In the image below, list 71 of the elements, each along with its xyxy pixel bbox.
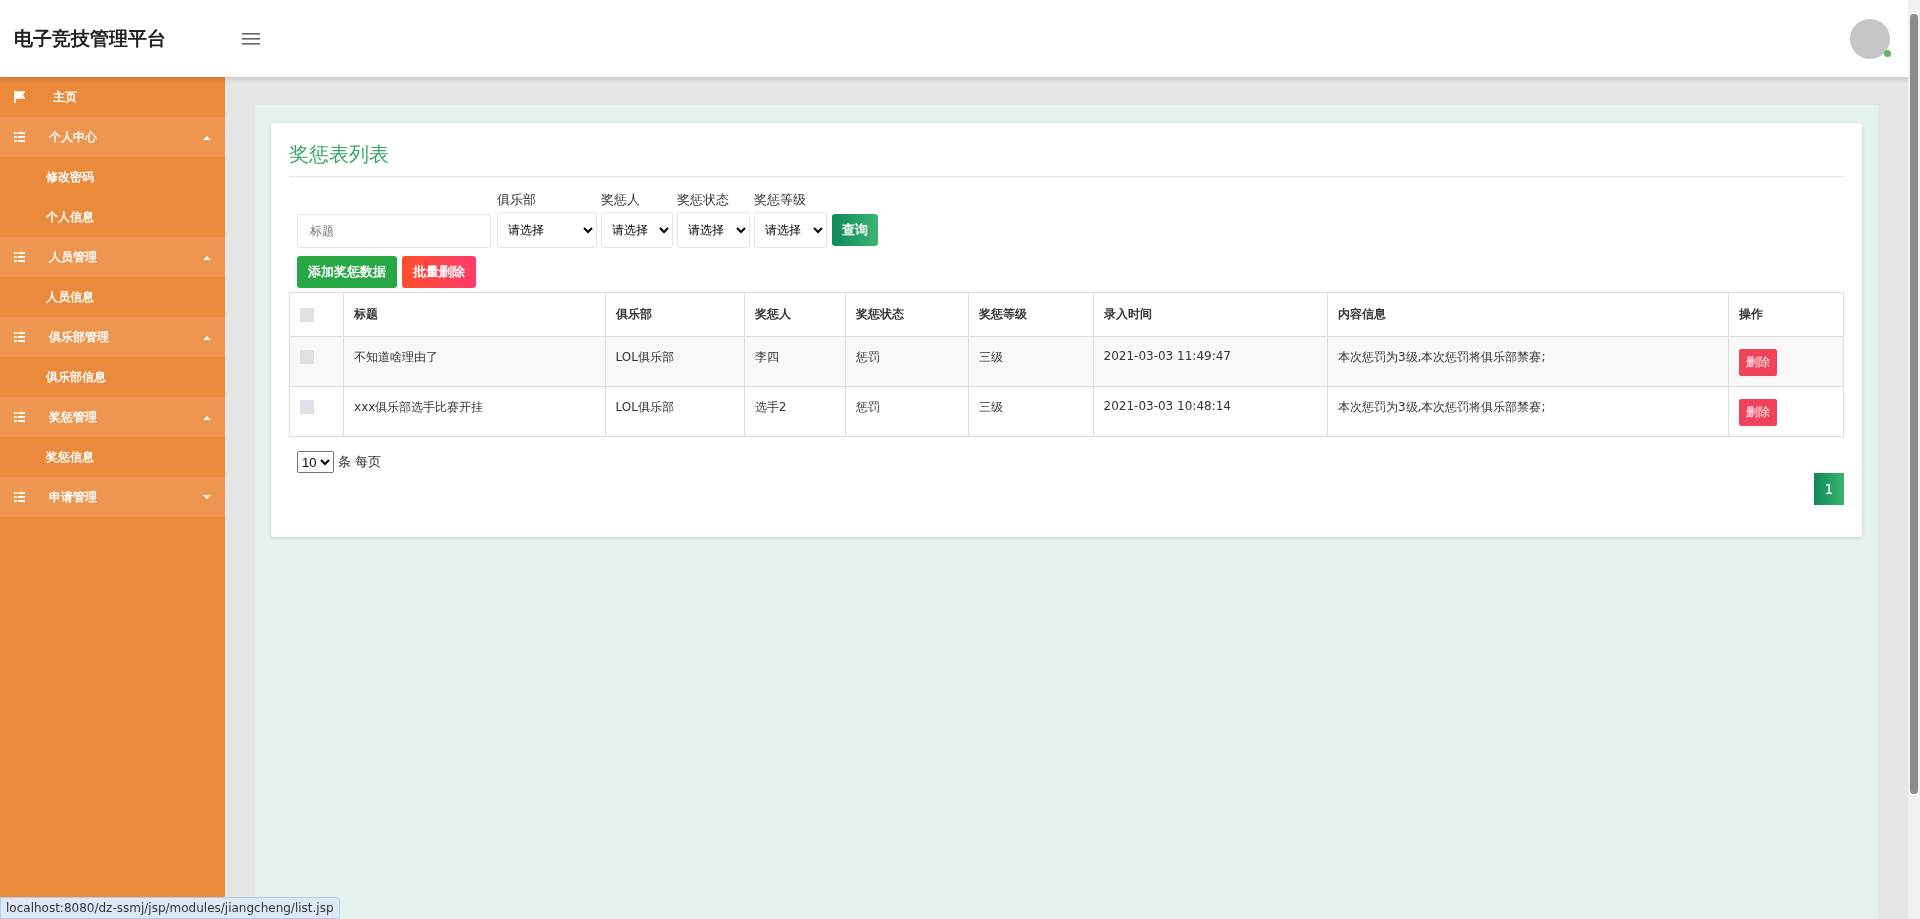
filter-label: 俱乐部: [497, 191, 537, 209]
filter-select[interactable]: 请选择: [677, 212, 750, 248]
table-cell: 三级: [979, 400, 1004, 414]
table-cell: 三级: [979, 350, 1004, 364]
row-checkbox[interactable]: [300, 349, 314, 364]
grid-icon: [14, 132, 25, 142]
menu-icon[interactable]: [242, 32, 260, 45]
status-url: localhost:8080/dz-ssmj/jsp/modules/jiangcheng/list.jsp: [0, 897, 340, 919]
table-cell: xxx俱乐部选手比赛开挂: [354, 400, 484, 414]
title-search-field[interactable]: 标题: [297, 214, 491, 248]
sidebar-item[interactable]: 人员管理: [0, 237, 225, 277]
column-header: 奖惩状态: [856, 307, 905, 321]
sidebar-subitem[interactable]: 修改密码: [0, 157, 225, 197]
column-header: 标题: [354, 307, 379, 321]
table-cell: 本次惩罚为3级,本次惩罚将俱乐部禁赛;: [1337, 350, 1546, 364]
column-header: 内容信息: [1337, 307, 1386, 321]
table-cell: LOL俱乐部: [615, 350, 674, 364]
column-header: 奖惩人: [754, 307, 791, 321]
app-title: 电子竞技管理平台: [14, 25, 167, 51]
delete-button[interactable]: 删除: [1738, 349, 1777, 376]
sidebar-subitem[interactable]: 人员信息: [0, 277, 225, 317]
delete-button[interactable]: 删除: [1738, 399, 1777, 426]
grid-icon: [14, 252, 25, 262]
page-size-select[interactable]: 10: [297, 451, 334, 473]
filter-select[interactable]: 请选择: [497, 212, 597, 248]
table-cell: 李四: [754, 350, 779, 364]
sidebar-item[interactable]: 申请管理: [0, 477, 225, 517]
sidebar-item[interactable]: 主页: [0, 77, 225, 117]
add-button[interactable]: 添加奖惩数据: [297, 256, 397, 288]
caret-icon: [203, 414, 211, 420]
filter-label: 奖惩状态: [677, 191, 730, 209]
select-all-checkbox[interactable]: [300, 307, 314, 322]
column-header: 操作: [1738, 307, 1763, 321]
sidebar-subitem[interactable]: 个人信息: [0, 197, 225, 237]
caret-icon: [203, 134, 211, 140]
page-size-label: 条 每页: [338, 453, 382, 471]
page-title: 奖惩表列表: [289, 141, 1844, 177]
caret-icon: [203, 254, 211, 260]
table-cell: 惩罚: [856, 400, 881, 414]
table-cell: 选手2: [754, 400, 787, 414]
sidebar-item[interactable]: 个人中心: [0, 117, 225, 157]
caret-icon: [203, 334, 211, 340]
column-header: 录入时间: [1103, 307, 1152, 321]
table-cell: 2021-03-03 10:48:14: [1103, 399, 1231, 413]
scrollbar[interactable]: [1908, 0, 1920, 919]
table-cell: 不知道啥理由了: [354, 350, 439, 364]
flag-icon: [14, 91, 25, 103]
online-dot-icon: [1884, 49, 1891, 57]
avatar[interactable]: [1850, 18, 1890, 59]
filter-label: 奖惩等级: [754, 191, 807, 209]
sidebar-item[interactable]: 奖惩管理: [0, 397, 225, 437]
sidebar-subitem[interactable]: 俱乐部信息: [0, 357, 225, 397]
sidebar-subitem[interactable]: 奖惩信息: [0, 437, 225, 477]
filter-label: 奖惩人: [601, 191, 641, 209]
column-header: 奖惩等级: [979, 307, 1028, 321]
query-button[interactable]: 查询: [832, 214, 878, 246]
grid-icon: [14, 332, 25, 342]
grid-icon: [14, 492, 25, 502]
page-button[interactable]: 1: [1814, 473, 1844, 505]
table-cell: 惩罚: [856, 350, 881, 364]
filter-select[interactable]: 请选择: [754, 212, 827, 248]
sidebar-item[interactable]: 俱乐部管理: [0, 317, 225, 357]
batch-delete-button[interactable]: 批量删除: [402, 256, 476, 288]
filter-select[interactable]: 请选择: [601, 212, 673, 248]
caret-icon: [203, 494, 211, 500]
grid-icon: [14, 412, 25, 422]
table-cell: 本次惩罚为3级,本次惩罚将俱乐部禁赛;: [1337, 400, 1546, 414]
row-checkbox[interactable]: [300, 399, 314, 414]
column-header: 俱乐部: [615, 307, 652, 321]
table-cell: 2021-03-03 11:49:47: [1103, 349, 1231, 363]
table-cell: LOL俱乐部: [615, 400, 674, 414]
